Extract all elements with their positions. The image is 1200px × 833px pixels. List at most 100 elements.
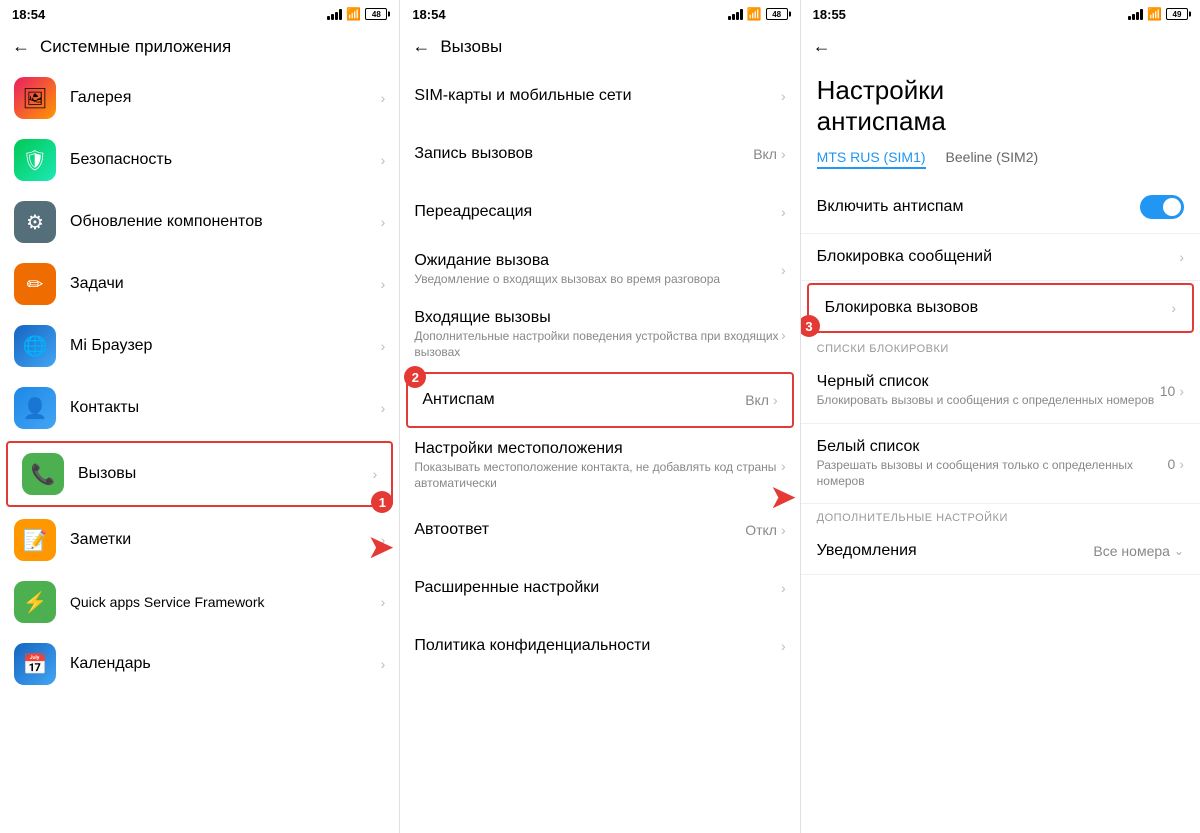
advanced-label: Расширенные настройки: [414, 579, 781, 597]
battery-icon-3: 49: [1166, 8, 1188, 20]
security-chevron: ›: [381, 152, 386, 168]
sim-tabs: MTS RUS (SIM1) Beeline (SIM2): [801, 149, 1200, 181]
blacklist-title: Черный список: [817, 373, 1160, 391]
list-item-security[interactable]: 🛡 Безопасность ›: [0, 129, 399, 191]
signal-icon-1: [327, 8, 342, 20]
waiting-subtitle: Уведомление о входящих вызовах во время …: [414, 272, 781, 288]
contacts-text: Контакты: [70, 399, 381, 417]
wifi-icon-3: 📶: [1147, 7, 1162, 21]
header-1: ← Системные приложения: [0, 28, 399, 67]
antispam-toggle[interactable]: [1140, 195, 1184, 219]
forward-chevron: ›: [781, 204, 786, 220]
tasks-text: Задачи: [70, 275, 381, 293]
list-item-calls[interactable]: 📞 Вызовы › 1: [6, 441, 393, 507]
notifications-text: Уведомления: [817, 542, 1094, 560]
policy-text: Политика конфиденциальности: [414, 637, 781, 655]
list-item-contacts[interactable]: 👤 Контакты ›: [0, 377, 399, 439]
location-label: Настройки местоположения: [414, 440, 781, 458]
contacts-icon: 👤: [14, 387, 56, 429]
list-item-update[interactable]: ⚙ Обновление компонентов ›: [0, 191, 399, 253]
whitelist-value: 0: [1168, 456, 1176, 472]
blacklist-value: 10: [1160, 383, 1176, 399]
page-title-antispam: Настройкиантиспама: [801, 67, 1200, 149]
status-bar-3: 18:55 📶 49: [801, 0, 1200, 28]
status-icons-1: 📶 48: [327, 7, 387, 21]
blacklist-chevron: ›: [1179, 383, 1184, 399]
sim-tab-2[interactable]: Beeline (SIM2): [946, 149, 1039, 169]
status-bar-1: 18:54 📶 48: [0, 0, 399, 28]
panel-calls: 18:54 📶 48 ← Вызовы SIM-карты: [400, 0, 800, 833]
notifications-expand: ⌄: [1174, 544, 1184, 558]
tasks-label: Задачи: [70, 275, 381, 293]
battery-icon-2: 48: [766, 8, 788, 20]
forward-text: Переадресация: [414, 203, 781, 221]
block-messages-row[interactable]: Блокировка сообщений ›: [801, 234, 1200, 281]
calendar-text: Календарь: [70, 655, 381, 673]
block-calls-row[interactable]: Блокировка вызовов › 3: [807, 283, 1194, 333]
header-2: ← Вызовы: [400, 28, 799, 67]
autoreply-value: Откл: [745, 522, 777, 538]
list-item-policy[interactable]: Политика конфиденциальности ›: [400, 617, 799, 675]
whitelist-subtitle: Разрешать вызовы и сообщения только с оп…: [817, 458, 1168, 489]
step-badge-3: 3: [801, 315, 820, 337]
list-item-record[interactable]: Запись вызовов Вкл ›: [400, 125, 799, 183]
notifications-title: Уведомления: [817, 542, 1094, 560]
panel-system-apps: 18:54 📶 48 ← Системные приложения: [0, 0, 400, 833]
browser-text: Mi Браузер: [70, 337, 381, 355]
list-item-sim[interactable]: SIM-карты и мобильные сети ›: [400, 67, 799, 125]
whitelist-row[interactable]: Белый список Разрешать вызовы и сообщени…: [801, 424, 1200, 504]
additional-section-label: ДОПОЛНИТЕЛЬНЫЕ НАСТРОЙКИ: [801, 504, 1200, 528]
list-item-autoreply[interactable]: Автоответ Откл ›: [400, 501, 799, 559]
calendar-label: Календарь: [70, 655, 381, 673]
tasks-chevron: ›: [381, 276, 386, 292]
list-item-forward[interactable]: Переадресация ›: [400, 183, 799, 241]
qapps-icon: ⚡: [14, 581, 56, 623]
system-apps-list: 🖼 Галерея › 🛡 Безопасность ›: [0, 67, 399, 833]
sim-tab-1[interactable]: MTS RUS (SIM1): [817, 149, 926, 169]
status-icons-2: 📶 48: [728, 7, 788, 21]
signal-icon-3: [1128, 8, 1143, 20]
notifications-row[interactable]: Уведомления Все номера ⌄: [801, 528, 1200, 575]
list-item-waiting[interactable]: Ожидание вызова Уведомление о входящих в…: [400, 241, 799, 299]
block-calls-chevron: ›: [1171, 300, 1176, 316]
waiting-chevron: ›: [781, 262, 786, 278]
list-item-advanced[interactable]: Расширенные настройки ›: [400, 559, 799, 617]
notes-chevron: ›: [381, 532, 386, 548]
qapps-chevron: ›: [381, 594, 386, 610]
list-item-browser[interactable]: 🌐 Mi Браузер ›: [0, 315, 399, 377]
list-item-tasks[interactable]: ✏ Задачи ›: [0, 253, 399, 315]
list-item-incoming[interactable]: Входящие вызовы Дополнительные настройки…: [400, 299, 799, 370]
list-item-calendar[interactable]: 📅 Календарь ›: [0, 633, 399, 695]
block-messages-chevron: ›: [1179, 249, 1184, 265]
gallery-icon: 🖼: [14, 77, 56, 119]
record-chevron: ›: [781, 146, 786, 162]
list-item-qapps[interactable]: ⚡ Quick apps Service Framework ›: [0, 571, 399, 633]
enable-antispam-row[interactable]: Включить антиспам: [801, 181, 1200, 234]
blacklist-text: Черный список Блокировать вызовы и сообщ…: [817, 373, 1160, 409]
autoreply-text: Автоответ: [414, 521, 745, 539]
incoming-chevron: ›: [781, 327, 786, 343]
waiting-text: Ожидание вызова Уведомление о входящих в…: [414, 252, 781, 288]
list-item-location[interactable]: Настройки местоположения Показывать мест…: [400, 430, 799, 501]
notes-icon: 📝: [14, 519, 56, 561]
sim-text: SIM-карты и мобильные сети: [414, 87, 781, 105]
back-button-3[interactable]: ←: [813, 36, 831, 57]
list-item-antispam[interactable]: Антиспам Вкл › 2: [406, 372, 793, 428]
header-title-2: Вызовы: [440, 37, 502, 57]
list-item-gallery[interactable]: 🖼 Галерея ›: [0, 67, 399, 129]
contacts-label: Контакты: [70, 399, 381, 417]
back-button-2[interactable]: ←: [412, 36, 430, 57]
waiting-label: Ожидание вызова: [414, 252, 781, 270]
blacklist-row[interactable]: Черный список Блокировать вызовы и сообщ…: [801, 359, 1200, 424]
record-value: Вкл: [753, 146, 777, 162]
security-label: Безопасность: [70, 151, 381, 169]
list-item-notes[interactable]: 📝 Заметки ›: [0, 509, 399, 571]
browser-label: Mi Браузер: [70, 337, 381, 355]
antispam-label: Антиспам: [422, 391, 745, 409]
record-text: Запись вызовов: [414, 145, 753, 163]
qapps-text: Quick apps Service Framework: [70, 594, 381, 610]
enable-antispam-label: Включить антиспам: [817, 198, 1140, 216]
whitelist-title: Белый список: [817, 438, 1168, 456]
back-button-1[interactable]: ←: [12, 36, 30, 57]
security-text: Безопасность: [70, 151, 381, 169]
